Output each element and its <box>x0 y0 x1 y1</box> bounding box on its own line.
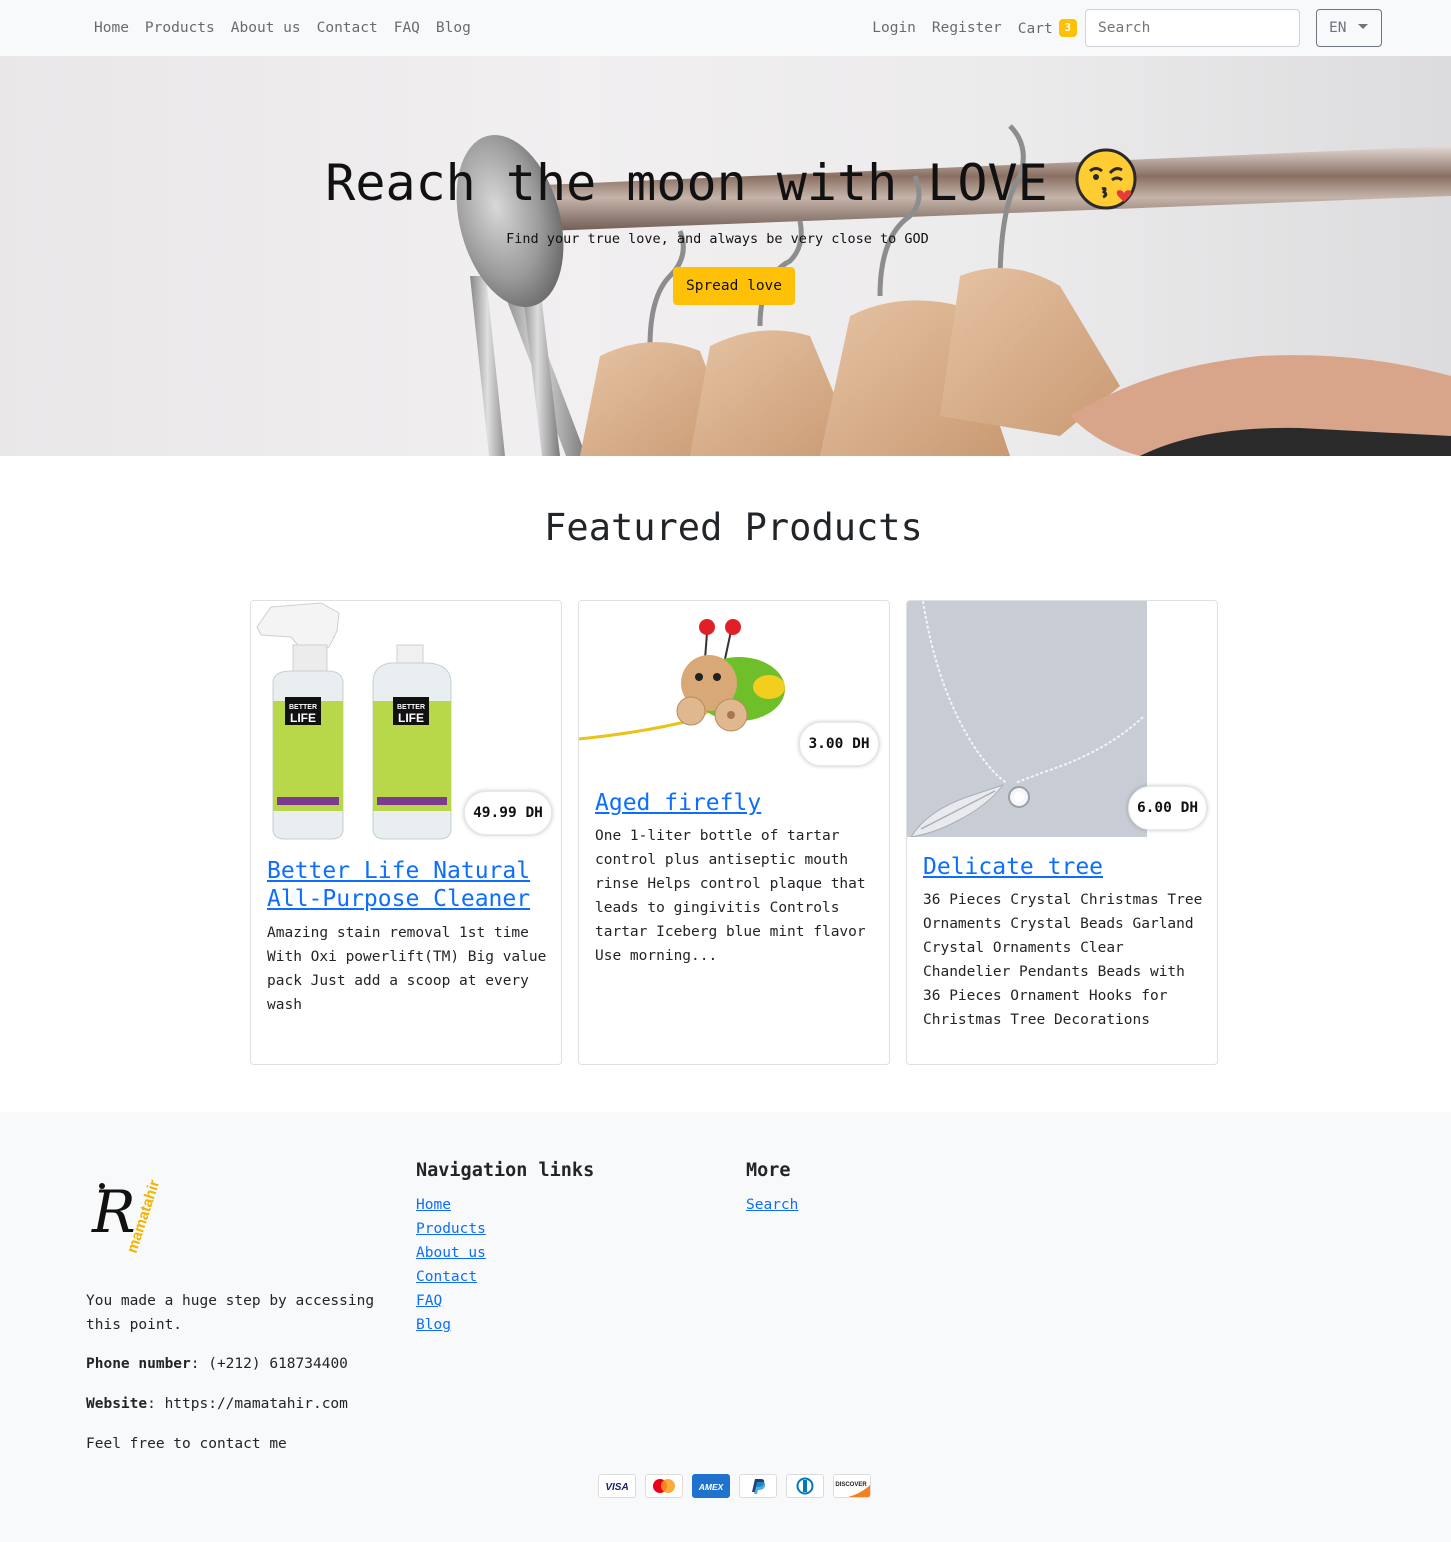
svg-text:BETTER: BETTER <box>397 704 425 711</box>
hero-banner: Reach the moon with LOVE Find your true … <box>0 56 1451 456</box>
footer-link-faq[interactable]: FAQ <box>416 1289 486 1313</box>
footer-link-home[interactable]: Home <box>416 1193 486 1217</box>
product-description: Amazing stain removal 1st time With Oxi … <box>267 925 547 1013</box>
cart-link[interactable]: Cart 3 <box>1018 19 1077 37</box>
product-description: One 1-liter bottle of tartar control plu… <box>595 828 866 964</box>
site-logo: R mamatahir <box>91 1178 163 1256</box>
language-label: EN <box>1329 20 1347 36</box>
footer-link-search[interactable]: Search <box>746 1193 798 1217</box>
nav-links: Home Products About us Contact FAQ Blog <box>94 0 487 56</box>
footer-link-about[interactable]: About us <box>416 1241 486 1265</box>
product-card: 3.00 DH Aged firefly One 1-liter bottle … <box>578 600 890 1065</box>
search-input[interactable] <box>1085 9 1300 47</box>
spread-love-button[interactable]: Spread love <box>673 267 795 305</box>
footer-about: You made a huge step by accessing this p… <box>86 1293 375 1333</box>
discover-icon: DISCOVER <box>833 1474 871 1498</box>
product-card: 6.00 DH Delicate tree 36 Pieces Crystal … <box>906 600 1218 1065</box>
price-badge: 6.00 DH <box>1128 786 1207 830</box>
footer: R mamatahir You made a huge step by acce… <box>0 1112 1451 1542</box>
footer-nav-title: Navigation links <box>416 1160 595 1181</box>
nav-link-blog[interactable]: Blog <box>436 20 471 36</box>
svg-text:AMEX: AMEX <box>698 1482 725 1492</box>
diners-club-icon <box>786 1474 824 1498</box>
footer-phone: Phone number: (+212) 618734400 <box>86 1356 348 1372</box>
footer-more-title: More <box>746 1160 791 1181</box>
product-title-link[interactable]: Delicate tree <box>923 853 1208 881</box>
paypal-icon <box>739 1474 777 1498</box>
hero-title: Reach the moon with LOVE <box>0 148 1451 212</box>
cleaner-bottles-image[interactable]: BETTER LIFE BETTER LIFE <box>251 601 491 843</box>
svg-text:DISCOVER: DISCOVER <box>835 1482 867 1488</box>
nav-actions: Login Register Cart 3 EN <box>856 0 1382 56</box>
payment-methods: VISA AMEX DISCOVER <box>598 1474 880 1498</box>
product-description: 36 Pieces Crystal Christmas Tree Ornamen… <box>923 892 1203 1028</box>
footer-more-links: Search <box>746 1193 798 1217</box>
footer-link-products[interactable]: Products <box>416 1217 486 1241</box>
chevron-down-icon <box>1358 23 1369 29</box>
footer-link-contact[interactable]: Contact <box>416 1265 486 1289</box>
phone-value: : (+212) 618734400 <box>190 1356 348 1372</box>
product-title-link[interactable]: Better Life Natural All-Purpose Cleaner <box>267 857 552 913</box>
login-link[interactable]: Login <box>872 20 916 36</box>
kissing-face-icon <box>1075 148 1137 209</box>
svg-text:BETTER: BETTER <box>289 704 317 711</box>
svg-text:VISA: VISA <box>605 1482 628 1493</box>
website-label: Website <box>86 1396 148 1412</box>
svg-text:LIFE: LIFE <box>398 711 424 725</box>
phone-label: Phone number <box>86 1356 191 1372</box>
hero-subtitle: Find your true love, and always be very … <box>506 231 929 247</box>
footer-contact-note: Feel free to contact me <box>86 1436 287 1452</box>
clothes-rack-image <box>456 124 1451 456</box>
nav-link-faq[interactable]: FAQ <box>394 20 420 36</box>
price-badge: 49.99 DH <box>464 791 552 835</box>
firefly-toy-image[interactable] <box>579 601 809 761</box>
footer-website: Website: https://mamatahir.com <box>86 1396 348 1412</box>
product-title-link[interactable]: Aged firefly <box>595 789 880 817</box>
nav-link-about[interactable]: About us <box>231 20 301 36</box>
price-badge: 3.00 DH <box>799 722 879 766</box>
mastercard-icon <box>645 1474 683 1498</box>
navbar: Home Products About us Contact FAQ Blog … <box>0 0 1451 56</box>
register-link[interactable]: Register <box>932 20 1002 36</box>
footer-link-blog[interactable]: Blog <box>416 1313 486 1337</box>
language-dropdown[interactable]: EN <box>1316 9 1382 47</box>
cart-count-badge: 3 <box>1058 19 1077 37</box>
nav-link-products[interactable]: Products <box>145 20 215 36</box>
footer-nav-links: Home Products About us Contact FAQ Blog <box>416 1193 486 1337</box>
website-value: : https://mamatahir.com <box>147 1396 348 1412</box>
visa-icon: VISA <box>598 1474 636 1498</box>
necklace-image[interactable] <box>907 601 1147 837</box>
hero-title-text: Reach the moon with LOVE <box>325 154 1048 212</box>
nav-link-contact[interactable]: Contact <box>317 20 378 36</box>
svg-text:LIFE: LIFE <box>290 711 316 725</box>
featured-title: Featured Products <box>544 506 923 549</box>
cart-label: Cart <box>1017 21 1053 37</box>
amex-icon: AMEX <box>692 1474 730 1498</box>
nav-link-home[interactable]: Home <box>94 20 129 36</box>
product-card: BETTER LIFE BETTER LIFE 49.99 DH Better … <box>250 600 562 1065</box>
